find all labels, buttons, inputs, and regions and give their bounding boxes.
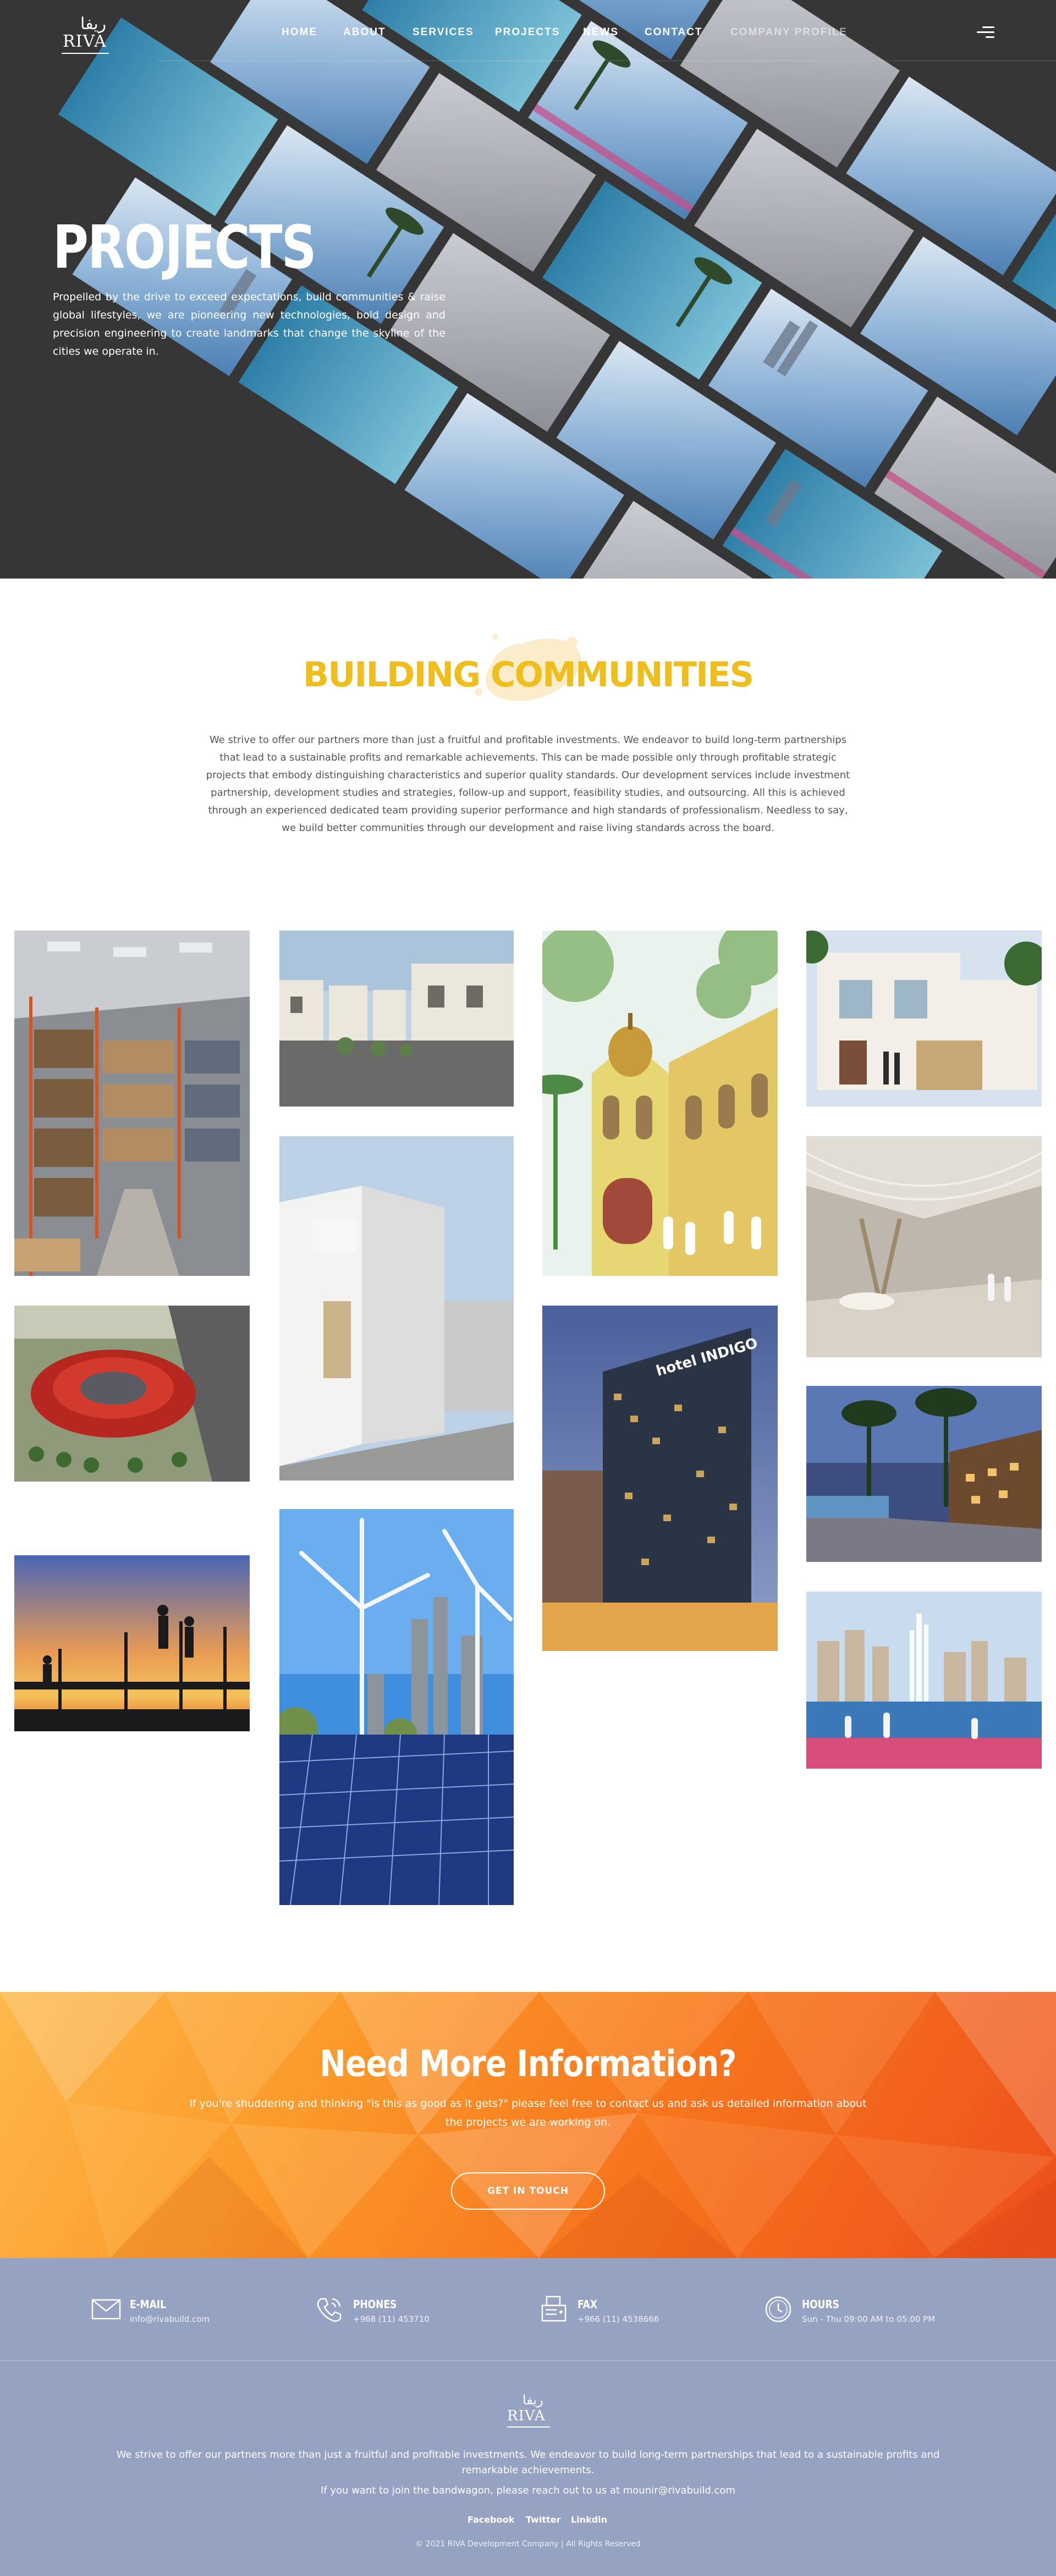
- cta-description: If you're shuddering and thinking "is th…: [189, 2098, 867, 2128]
- gallery-image-waterfront[interactable]: [806, 1386, 1042, 1562]
- gallery-image-hotel-indigo[interactable]: hotel INDIGO: [542, 1306, 778, 1651]
- linkedin-link[interactable]: Linkdin: [571, 2514, 607, 2525]
- nav-news[interactable]: NEWS: [583, 26, 619, 38]
- gallery-image-villas[interactable]: [279, 931, 514, 1107]
- gallery-image-construction[interactable]: [14, 1555, 250, 1731]
- gallery-image-lobby[interactable]: [806, 1136, 1042, 1357]
- nav-company-profile[interactable]: COMPANY PROFILE: [730, 26, 848, 38]
- cta-title: Need More Information?: [320, 2043, 736, 2085]
- cta-section: Need More Information? If you're shudder…: [0, 1992, 1056, 2258]
- twitter-link[interactable]: Twitter: [526, 2514, 560, 2525]
- gallery-image-white-building[interactable]: [279, 1136, 514, 1480]
- footer-divider: [0, 2360, 1056, 2361]
- page-title: PROJECTS: [53, 213, 317, 282]
- contact-value: info@rivabuild.com: [130, 2314, 210, 2324]
- logo-arabic-text: ريفا: [522, 2392, 543, 2408]
- logo-underline: [62, 53, 109, 54]
- nav-about[interactable]: ABOUT: [343, 26, 386, 38]
- contact-value: +966 (11) 4538666: [578, 2314, 659, 2324]
- contact-label: PHONES: [353, 2298, 397, 2311]
- gallery-image-heritage-illustration[interactable]: [542, 931, 778, 1276]
- logo-underline: [507, 2426, 550, 2428]
- clock-icon: [765, 2296, 791, 2322]
- nav-services[interactable]: SERVICES: [413, 26, 474, 38]
- nav-home[interactable]: HOME: [282, 26, 317, 38]
- contact-value: +968 (11) 453710: [353, 2314, 430, 2324]
- communities-description: We strive to offer our partners more tha…: [206, 734, 850, 834]
- nav-divider: [157, 60, 1056, 61]
- footer-contact-note: If you want to join the bandwagon, pleas…: [320, 2485, 736, 2496]
- facebook-link[interactable]: Facebook: [468, 2514, 514, 2525]
- hamburger-menu-icon[interactable]: [976, 25, 994, 40]
- phone-icon: [317, 2298, 342, 2322]
- contact-label: E-MAIL: [130, 2298, 166, 2311]
- gallery-image-townhouse[interactable]: [806, 931, 1042, 1107]
- gallery-image-round-building[interactable]: [14, 1306, 250, 1482]
- get-in-touch-button[interactable]: GET IN TOUCH: [451, 2172, 605, 2210]
- footer-description: We strive to offer our partners more tha…: [116, 2449, 940, 2476]
- envelope-icon: [91, 2299, 121, 2320]
- contact-value: Sun - Thu 09:00 AM to 05:00 PM: [802, 2314, 936, 2324]
- gallery-image-wind-solar[interactable]: [279, 1509, 514, 1905]
- main-navigation: HOME ABOUT SERVICES PROJECTS NEWS CONTAC…: [0, 26, 1056, 40]
- footer-riva-logo[interactable]: ريفا RIVA: [504, 2392, 553, 2431]
- fax-icon: [541, 2296, 566, 2322]
- hero-description: Propelled by the drive to exceed expecta…: [53, 291, 446, 357]
- logo-text: RIVA: [507, 2408, 546, 2424]
- nav-projects[interactable]: PROJECTS: [495, 26, 560, 38]
- communities-title: BUILDING COMMUNITIES: [302, 654, 754, 695]
- gallery-image-lagoon-fountain[interactable]: [806, 1592, 1042, 1769]
- contact-label: HOURS: [802, 2298, 839, 2311]
- gallery-image-warehouse[interactable]: [14, 931, 250, 1276]
- nav-contact[interactable]: CONTACT: [645, 26, 702, 38]
- contact-label: FAX: [578, 2298, 597, 2311]
- copyright: © 2021 RIVA Development Company | All Ri…: [415, 2540, 641, 2549]
- hero-section: ريفا RIVA HOME ABOUT SERVICES PROJECTS N…: [0, 0, 1056, 579]
- site-footer: E-MAIL info@rivabuild.com PHONES +968 (1…: [0, 2258, 1056, 2576]
